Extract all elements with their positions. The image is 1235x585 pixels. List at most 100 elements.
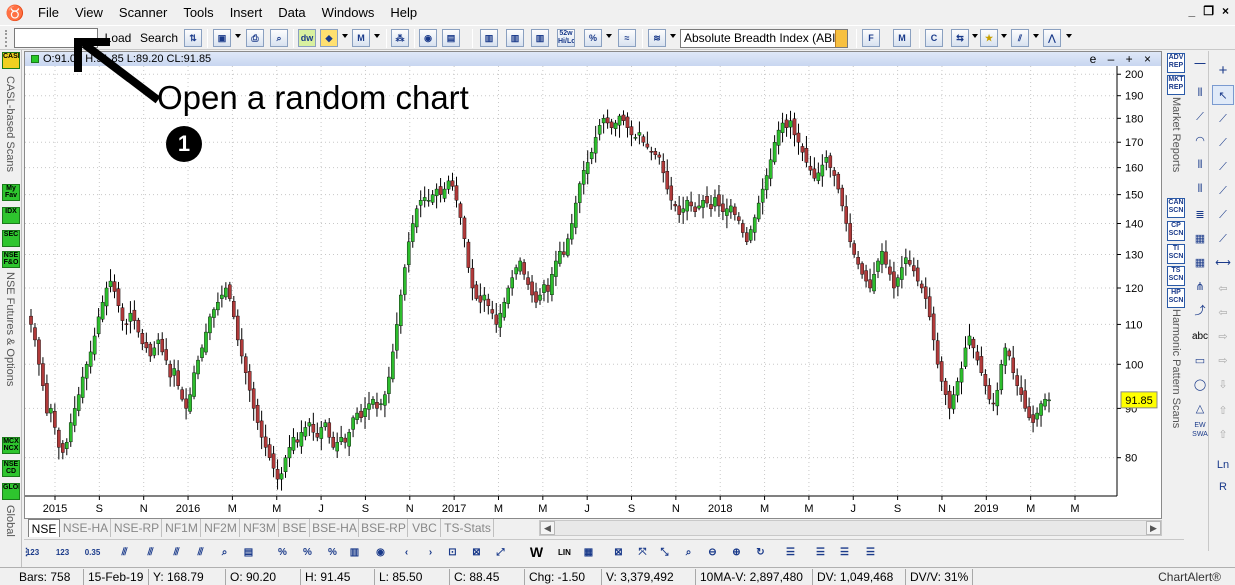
- number-format-2-icon[interactable]: 123: [54, 544, 71, 561]
- zoom-icon[interactable]: ⌕: [216, 544, 233, 561]
- indicator-select[interactable]: Absolute Breadth Index (ABI: [680, 29, 848, 48]
- expand-icon[interactable]: ⤡: [656, 544, 673, 561]
- scroll-right-icon[interactable]: ▶: [1146, 521, 1161, 535]
- tab-nf2m[interactable]: NF2M: [202, 519, 240, 537]
- menu-windows[interactable]: Windows: [314, 0, 383, 25]
- 52w-hilo-icon[interactable]: 52w Hi/Lo: [557, 29, 575, 47]
- star-icon[interactable]: ★: [980, 29, 998, 47]
- tab-nse[interactable]: NSE: [28, 519, 60, 537]
- list-3-icon[interactable]: ☰: [862, 544, 879, 561]
- tab-bse-rp[interactable]: BSE-RP: [360, 519, 408, 537]
- hp-scn-button[interactable]: HP SCN: [1167, 288, 1185, 308]
- list-1-icon[interactable]: ☰: [812, 544, 829, 561]
- nse-fo-button[interactable]: NSE F&O: [2, 251, 20, 268]
- chart-scale-3-icon[interactable]: ⫻: [168, 544, 185, 561]
- menu-file[interactable]: File: [30, 0, 67, 25]
- line-l-icon[interactable]: ⟋: [1212, 109, 1234, 129]
- close-button[interactable]: ×: [1222, 4, 1229, 18]
- box-icon[interactable]: ⊡: [444, 544, 461, 561]
- wave-icon[interactable]: W: [528, 544, 545, 561]
- scroll-left-icon[interactable]: ◀: [540, 521, 555, 535]
- tab-nse-rp[interactable]: NSE-RP: [112, 519, 162, 537]
- trend-dropdown-icon[interactable]: [972, 34, 978, 38]
- nse-cd-button[interactable]: NSE CD: [2, 460, 20, 477]
- can-scn-button[interactable]: CAN SCN: [1167, 198, 1185, 218]
- number-format-1-icon[interactable]: 123: [24, 544, 41, 561]
- global-label[interactable]: Global: [4, 505, 16, 537]
- indicator-bars-icon[interactable]: ▥: [506, 29, 524, 47]
- magnifier-icon[interactable]: ⌕: [680, 544, 697, 561]
- menu-view[interactable]: View: [67, 0, 111, 25]
- pivot-icon[interactable]: M: [893, 29, 911, 47]
- mkt-rep-button[interactable]: MKT REP: [1167, 75, 1185, 95]
- lin-scale-icon[interactable]: LIN: [556, 544, 573, 561]
- line-sl4-icon[interactable]: ⟋: [1212, 205, 1234, 225]
- refresh-icon[interactable]: ◉: [419, 29, 437, 47]
- chart-window-controls[interactable]: e – + ×: [1090, 52, 1155, 66]
- line-label-button[interactable]: Ln: [1212, 455, 1234, 475]
- nse-futures-label[interactable]: NSE Futures & Options: [4, 272, 16, 386]
- layout-icon[interactable]: ▤: [442, 29, 460, 47]
- number-format-3-icon[interactable]: 0.35: [84, 544, 101, 561]
- line-sl-icon[interactable]: ⟋: [1212, 133, 1234, 153]
- tab-ts-stats[interactable]: TS-Stats: [442, 519, 494, 537]
- tab-nse-ha[interactable]: NSE-HA: [61, 519, 111, 537]
- market-reports-label[interactable]: Market Reports: [1170, 97, 1182, 172]
- pattern-icon[interactable]: ⋀: [1043, 29, 1061, 47]
- tab-vbc[interactable]: VBC: [409, 519, 441, 537]
- indicator-volume-icon[interactable]: ▥: [480, 29, 498, 47]
- minimize-button[interactable]: _: [1189, 4, 1196, 18]
- chart-type-icon[interactable]: ⇅: [184, 29, 202, 47]
- metastock-icon[interactable]: M: [352, 29, 370, 47]
- idx-button[interactable]: IDX: [2, 207, 20, 224]
- ts-scn-button[interactable]: TS SCN: [1167, 266, 1185, 286]
- list-2-icon[interactable]: ☰: [836, 544, 853, 561]
- print-icon[interactable]: ⎙: [246, 29, 264, 47]
- casl-scans-label[interactable]: CASL-based Scans: [4, 76, 16, 172]
- fan-lines-dropdown-icon[interactable]: [1033, 34, 1039, 38]
- chart-scale-2-icon[interactable]: ⫻: [142, 544, 159, 561]
- horizontal-scrollbar[interactable]: ◀ ▶: [539, 520, 1162, 536]
- abc-line-icon[interactable]: ⤢: [492, 544, 509, 561]
- harmonic-scans-label[interactable]: Harmonic Pattern Scans: [1170, 309, 1182, 428]
- percent-range-icon[interactable]: %: [299, 544, 316, 561]
- save-dropdown-icon[interactable]: [235, 34, 241, 38]
- menu-help[interactable]: Help: [382, 0, 425, 25]
- fan-lines-icon[interactable]: ⫽: [1011, 29, 1029, 47]
- chart-scale-4-icon[interactable]: ⫻: [192, 544, 209, 561]
- zoom-in-icon[interactable]: ⊕: [728, 544, 745, 561]
- moving-average-icon[interactable]: ≈: [618, 29, 636, 47]
- rotate-icon[interactable]: ↻: [752, 544, 769, 561]
- zoom-out-icon[interactable]: ⊖: [704, 544, 721, 561]
- save-icon[interactable]: ▣: [213, 29, 231, 47]
- overlay-dropdown-icon[interactable]: [670, 34, 676, 38]
- mcx-ncx-button[interactable]: MCX NCX: [2, 437, 20, 454]
- cp-scn-button[interactable]: CP SCN: [1167, 221, 1185, 241]
- download-icon[interactable]: dw: [298, 29, 316, 47]
- adv-rep-button[interactable]: ADV REP: [1167, 53, 1185, 73]
- tab-nf3m[interactable]: NF3M: [241, 519, 279, 537]
- grid-toggle-icon[interactable]: ▦: [580, 544, 597, 561]
- network-icon[interactable]: ⁂: [391, 29, 409, 47]
- my-fav-button[interactable]: My Fav: [2, 184, 20, 201]
- line-sl2-icon[interactable]: ⟋: [1212, 157, 1234, 177]
- line-sl3-icon[interactable]: ⟋: [1212, 181, 1234, 201]
- notes-icon[interactable]: ☰: [782, 544, 799, 561]
- global-button[interactable]: GLOBAL: [2, 483, 20, 500]
- star-dropdown-icon[interactable]: [1001, 34, 1007, 38]
- zoom-region-icon[interactable]: ⤧: [634, 544, 651, 561]
- grid-icon[interactable]: ◉: [372, 544, 389, 561]
- overlay-icon[interactable]: ≋: [648, 29, 666, 47]
- print-preview-icon[interactable]: ⌕: [270, 29, 288, 47]
- restore-button[interactable]: ❐: [1203, 4, 1214, 18]
- bars-icon[interactable]: ▥: [346, 544, 363, 561]
- redo-line-icon[interactable]: ›: [422, 544, 439, 561]
- crosshair-icon[interactable]: +: [1212, 61, 1234, 81]
- metastock-dropdown-icon[interactable]: [374, 34, 380, 38]
- data-sync-dropdown-icon[interactable]: [342, 34, 348, 38]
- percent-dropdown-icon[interactable]: [606, 34, 612, 38]
- menu-tools[interactable]: Tools: [175, 0, 221, 25]
- fit-icon[interactable]: ▤: [240, 544, 257, 561]
- menu-scanner[interactable]: Scanner: [111, 0, 175, 25]
- zoom-fit-icon[interactable]: ⊠: [610, 544, 627, 561]
